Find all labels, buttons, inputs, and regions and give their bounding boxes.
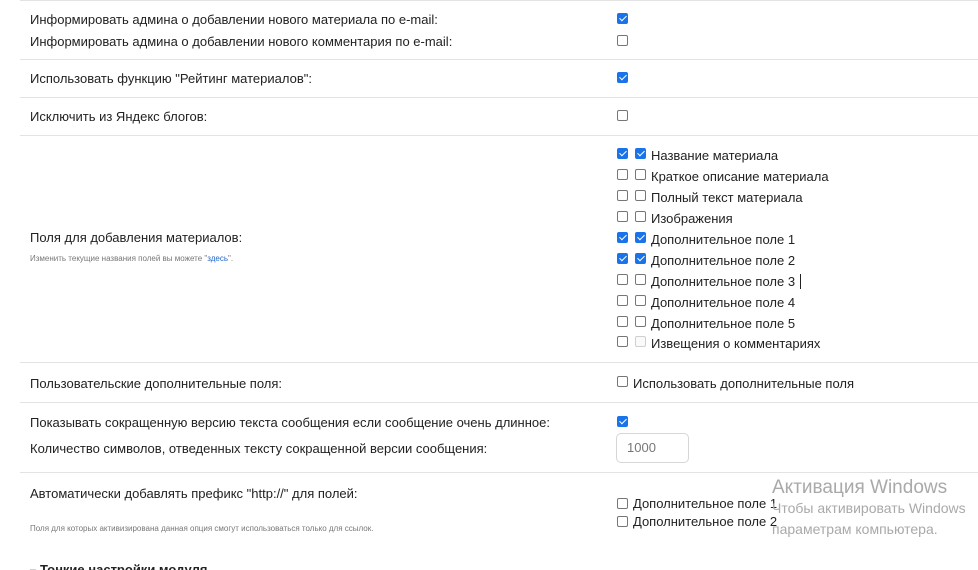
- field-required-checkbox[interactable]: [617, 169, 628, 180]
- field-label: Дополнительное поле 4: [651, 295, 796, 310]
- field-enabled-checkbox: [635, 336, 646, 347]
- short-version-checkbox[interactable]: [617, 416, 628, 427]
- notify-material-checkbox[interactable]: [617, 13, 628, 24]
- field-required-checkbox[interactable]: [617, 274, 628, 285]
- short-version-label: Показывать сокращенную версию текста соо…: [30, 415, 550, 430]
- field-label: Извещения о комментариях: [651, 336, 821, 351]
- custom-fields-label: Пользовательские дополнительные поля:: [30, 376, 283, 391]
- http-prefix-field2-label: Дополнительное поле 2: [633, 514, 778, 529]
- short-version-count-input[interactable]: 1000: [616, 433, 689, 463]
- field-enabled-checkbox[interactable]: [635, 211, 646, 222]
- field-enabled-checkbox[interactable]: [635, 274, 646, 285]
- short-version-count-label: Количество символов, отведенных тексту с…: [30, 441, 488, 456]
- divider: [20, 135, 978, 136]
- divider: [20, 402, 978, 403]
- fields-label: Поля для добавления материалов:: [30, 230, 243, 245]
- field-required-checkbox[interactable]: [617, 148, 628, 159]
- fieldset-legend: Тонкие настройки модуля: [40, 562, 208, 570]
- field-required-checkbox[interactable]: [617, 336, 628, 347]
- field-enabled-checkbox[interactable]: [635, 295, 646, 306]
- field-required-checkbox[interactable]: [617, 211, 628, 222]
- custom-fields-checkbox[interactable]: [617, 376, 628, 387]
- notify-material-label: Информировать админа о добавлении нового…: [30, 12, 438, 27]
- text-cursor: [800, 274, 801, 289]
- divider: [20, 362, 978, 363]
- field-required-checkbox[interactable]: [617, 316, 628, 327]
- field-label: Дополнительное поле 5: [651, 316, 796, 331]
- rating-checkbox[interactable]: [617, 72, 628, 83]
- windows-activation-line1: Чтобы активировать Windows: [772, 500, 966, 516]
- windows-activation-line2: параметрам компьютера.: [772, 521, 938, 537]
- field-enabled-checkbox[interactable]: [635, 190, 646, 201]
- field-label: Полный текст материала: [651, 190, 803, 205]
- field-required-checkbox[interactable]: [617, 253, 628, 264]
- field-label: Дополнительное поле 3: [651, 274, 796, 289]
- rating-label: Использовать функцию "Рейтинг материалов…: [30, 71, 312, 86]
- field-required-checkbox[interactable]: [617, 232, 628, 243]
- field-label: Краткое описание материала: [651, 169, 829, 184]
- custom-fields-option-label: Использовать дополнительные поля: [633, 376, 855, 391]
- fields-hint: Изменить текущие названия полей вы может…: [30, 254, 234, 263]
- http-prefix-field2-checkbox[interactable]: [617, 516, 628, 527]
- field-enabled-checkbox[interactable]: [635, 316, 646, 327]
- field-enabled-checkbox[interactable]: [635, 232, 646, 243]
- field-enabled-checkbox[interactable]: [635, 253, 646, 264]
- field-enabled-checkbox[interactable]: [635, 169, 646, 180]
- top-divider: [20, 0, 978, 1]
- windows-activation-title: Активация Windows: [772, 477, 948, 498]
- notify-comment-checkbox[interactable]: [617, 35, 628, 46]
- divider: [20, 59, 978, 60]
- field-label: Название материала: [651, 148, 779, 163]
- http-prefix-field1-checkbox[interactable]: [617, 498, 628, 509]
- divider: [20, 472, 978, 473]
- http-prefix-label: Автоматически добавлять префикс "http://…: [30, 486, 358, 501]
- http-prefix-hint: Поля для которых активизирована данная о…: [30, 524, 374, 533]
- field-label: Дополнительное поле 1: [651, 232, 796, 247]
- field-required-checkbox[interactable]: [617, 295, 628, 306]
- http-prefix-field1-label: Дополнительное поле 1: [633, 496, 778, 511]
- field-label: Изображения: [651, 211, 733, 226]
- field-label: Дополнительное поле 2: [651, 253, 796, 268]
- field-enabled-checkbox[interactable]: [635, 148, 646, 159]
- rename-fields-link[interactable]: здесь: [207, 254, 228, 263]
- notify-comment-label: Информировать админа о добавлении нового…: [30, 34, 453, 49]
- divider: [20, 97, 978, 98]
- yandex-checkbox[interactable]: [617, 110, 628, 121]
- field-required-checkbox[interactable]: [617, 190, 628, 201]
- yandex-label: Исключить из Яндекс блогов:: [30, 109, 208, 124]
